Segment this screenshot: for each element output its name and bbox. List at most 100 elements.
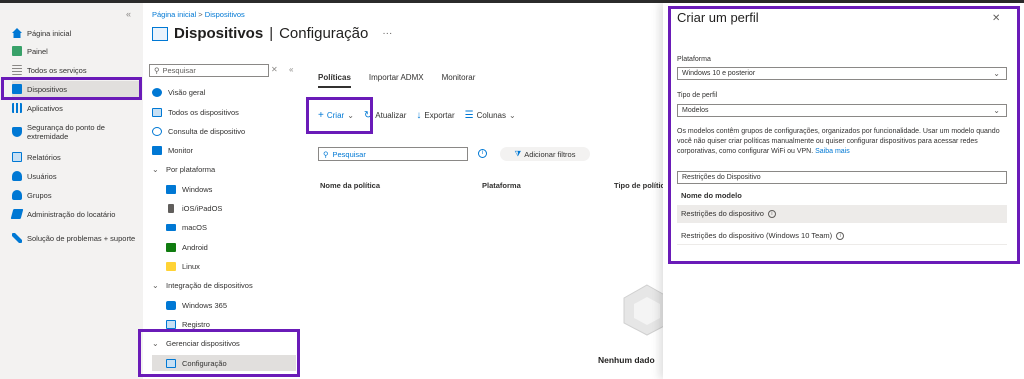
breadcrumb-current[interactable]: Dispositivos	[205, 10, 245, 19]
template-row[interactable]: Restrições do dispositivo (Windows 10 Te…	[677, 227, 1007, 245]
nav-item-devices[interactable]: Dispositivos	[12, 81, 140, 97]
column-header-platform[interactable]: Plataforma	[482, 181, 521, 190]
breadcrumb-home[interactable]: Página inicial	[152, 10, 196, 19]
collapse-nav-icon[interactable]: «	[126, 9, 131, 19]
info-icon[interactable]: i	[478, 149, 487, 158]
tab-policies[interactable]: Políticas	[318, 73, 351, 88]
windows-icon	[166, 184, 176, 194]
menu-item-windows[interactable]: Windows	[166, 181, 310, 197]
menu-section-manage-devices[interactable]: ⌄ Gerenciar dispositivos	[152, 335, 296, 351]
columns-button[interactable]: ☰ Colunas ⌄	[465, 110, 516, 121]
column-header-policy-type[interactable]: Tipo de polític	[614, 181, 665, 190]
menu-section-by-platform[interactable]: ⌄ Por plataforma	[152, 161, 296, 177]
template-search-value: Restrições do Dispositivo	[682, 174, 761, 181]
plus-icon: +	[318, 110, 324, 121]
menu-search-placeholder: Pesquisar	[162, 66, 196, 75]
home-icon	[12, 28, 22, 38]
panel-description: Os modelos contêm grupos de configuraçõe…	[677, 127, 1012, 157]
reports-icon	[12, 152, 22, 162]
nav-item-groups[interactable]: Grupos	[12, 187, 140, 203]
collapse-menu-icon[interactable]: «	[289, 65, 293, 74]
chevron-down-icon: ⌄	[508, 111, 516, 120]
menu-item-macos[interactable]: macOS	[166, 219, 310, 235]
configuration-icon	[166, 358, 176, 368]
nav-item-troubleshoot[interactable]: Solução de problemas + suporte	[12, 227, 140, 249]
nav-item-users[interactable]: Usuários	[12, 168, 140, 184]
menu-section-device-onboarding[interactable]: ⌄ Integração de dispositivos	[152, 277, 296, 293]
more-options-icon[interactable]: ···	[382, 28, 392, 39]
export-button[interactable]: ↓ Exportar	[416, 110, 454, 121]
search-icon: ⚲	[323, 149, 329, 159]
chevron-down-icon: ⌄	[347, 111, 354, 120]
template-search-input[interactable]: Restrições do Dispositivo	[677, 171, 1007, 184]
template-name: Restrições do dispositivo	[681, 209, 764, 218]
template-row[interactable]: Restrições do dispositivo i	[677, 205, 1007, 223]
learn-more-link[interactable]: Saiba mais	[815, 148, 850, 155]
close-icon[interactable]: ✕	[992, 13, 1000, 24]
monitor-icon	[152, 145, 162, 155]
info-icon	[152, 87, 162, 97]
platform-label: Plataforma	[677, 56, 711, 63]
refresh-icon: ↻	[363, 110, 373, 121]
menu-item-device-query[interactable]: Consulta de dispositivo	[152, 123, 296, 139]
chevron-down-icon: ⌄	[152, 164, 159, 174]
list-icon	[12, 65, 22, 75]
tenant-admin-icon	[10, 209, 24, 219]
nav-item-tenant-admin[interactable]: Administração do locatário	[10, 206, 140, 222]
page-title-separator: |	[269, 25, 274, 42]
nav-item-endpoint-security[interactable]: Segurança do ponto de extremidade	[12, 121, 140, 143]
info-icon[interactable]: i	[836, 231, 845, 240]
panel-title: Criar um perfil	[677, 10, 759, 25]
chevron-down-icon: ⌄	[993, 106, 1000, 115]
configuration-icon	[152, 26, 168, 41]
shield-icon	[12, 127, 22, 137]
tab-monitor[interactable]: Monitorar	[442, 73, 476, 88]
filter-icon: ⧩	[514, 149, 522, 158]
platform-select[interactable]: Windows 10 e posterior ⌄	[677, 67, 1007, 80]
profile-type-select[interactable]: Modelos ⌄	[677, 104, 1007, 117]
page-title-main: Dispositivos	[174, 25, 264, 42]
nav-item-home[interactable]: Página inicial	[12, 25, 140, 41]
nav-item-apps[interactable]: Aplicativos	[12, 100, 140, 116]
chevron-down-icon: ⌄	[993, 69, 1000, 78]
tab-bar: Políticas Importar ADMX Monitorar	[318, 73, 475, 88]
menu-item-android[interactable]: Android	[166, 239, 310, 255]
menu-item-monitor[interactable]: Monitor	[152, 142, 296, 158]
refresh-button[interactable]: ↻ Atualizar	[364, 110, 407, 121]
chevron-down-icon: ⌄	[152, 280, 159, 290]
search-icon: ⚲	[154, 66, 160, 75]
nav-item-dashboard[interactable]: Painel	[12, 43, 140, 59]
menu-item-enrollment[interactable]: Registro	[166, 316, 310, 332]
profile-type-label: Tipo de perfil	[677, 92, 718, 99]
windows365-icon	[166, 300, 176, 310]
android-icon	[166, 242, 176, 252]
empty-state-text: Nenhum dado	[598, 355, 655, 365]
policy-search-placeholder: Pesquisar	[332, 149, 366, 159]
dashboard-icon	[12, 46, 22, 56]
menu-search-input[interactable]: ⚲ Pesquisar	[149, 64, 269, 77]
devices-icon	[12, 84, 22, 94]
menu-item-all-devices[interactable]: Todos os dispositivos	[152, 104, 296, 120]
ios-icon	[168, 203, 174, 213]
clear-search-icon[interactable]: ✕	[271, 65, 278, 74]
policy-search-input[interactable]: ⚲ Pesquisar	[318, 147, 468, 161]
info-icon[interactable]: i	[767, 209, 776, 218]
nav-item-all-services[interactable]: Todos os serviços	[12, 62, 140, 78]
user-icon	[12, 171, 22, 181]
menu-item-ios[interactable]: iOS/iPadOS	[166, 200, 310, 216]
add-filters-button[interactable]: ⧩ Adicionar filtros	[500, 147, 590, 161]
chevron-down-icon: ⌄	[152, 338, 159, 348]
tab-import-admx[interactable]: Importar ADMX	[369, 73, 424, 88]
breadcrumb-separator: >	[198, 10, 203, 19]
columns-icon: ☰	[464, 110, 474, 121]
template-name: Restrições do dispositivo (Windows 10 Te…	[681, 231, 833, 240]
menu-item-windows-365[interactable]: Windows 365	[166, 297, 310, 313]
template-column-header: Nome do modelo	[681, 191, 742, 200]
nav-item-reports[interactable]: Relatórios	[12, 149, 140, 165]
apps-icon	[12, 103, 22, 113]
create-button[interactable]: + Criar ⌄	[318, 110, 354, 121]
menu-item-linux[interactable]: Linux	[166, 258, 310, 274]
menu-item-overview[interactable]: Visão geral	[152, 84, 296, 100]
column-header-policy-name[interactable]: Nome da política	[320, 181, 380, 190]
menu-item-configuration[interactable]: Configuração	[152, 355, 296, 371]
